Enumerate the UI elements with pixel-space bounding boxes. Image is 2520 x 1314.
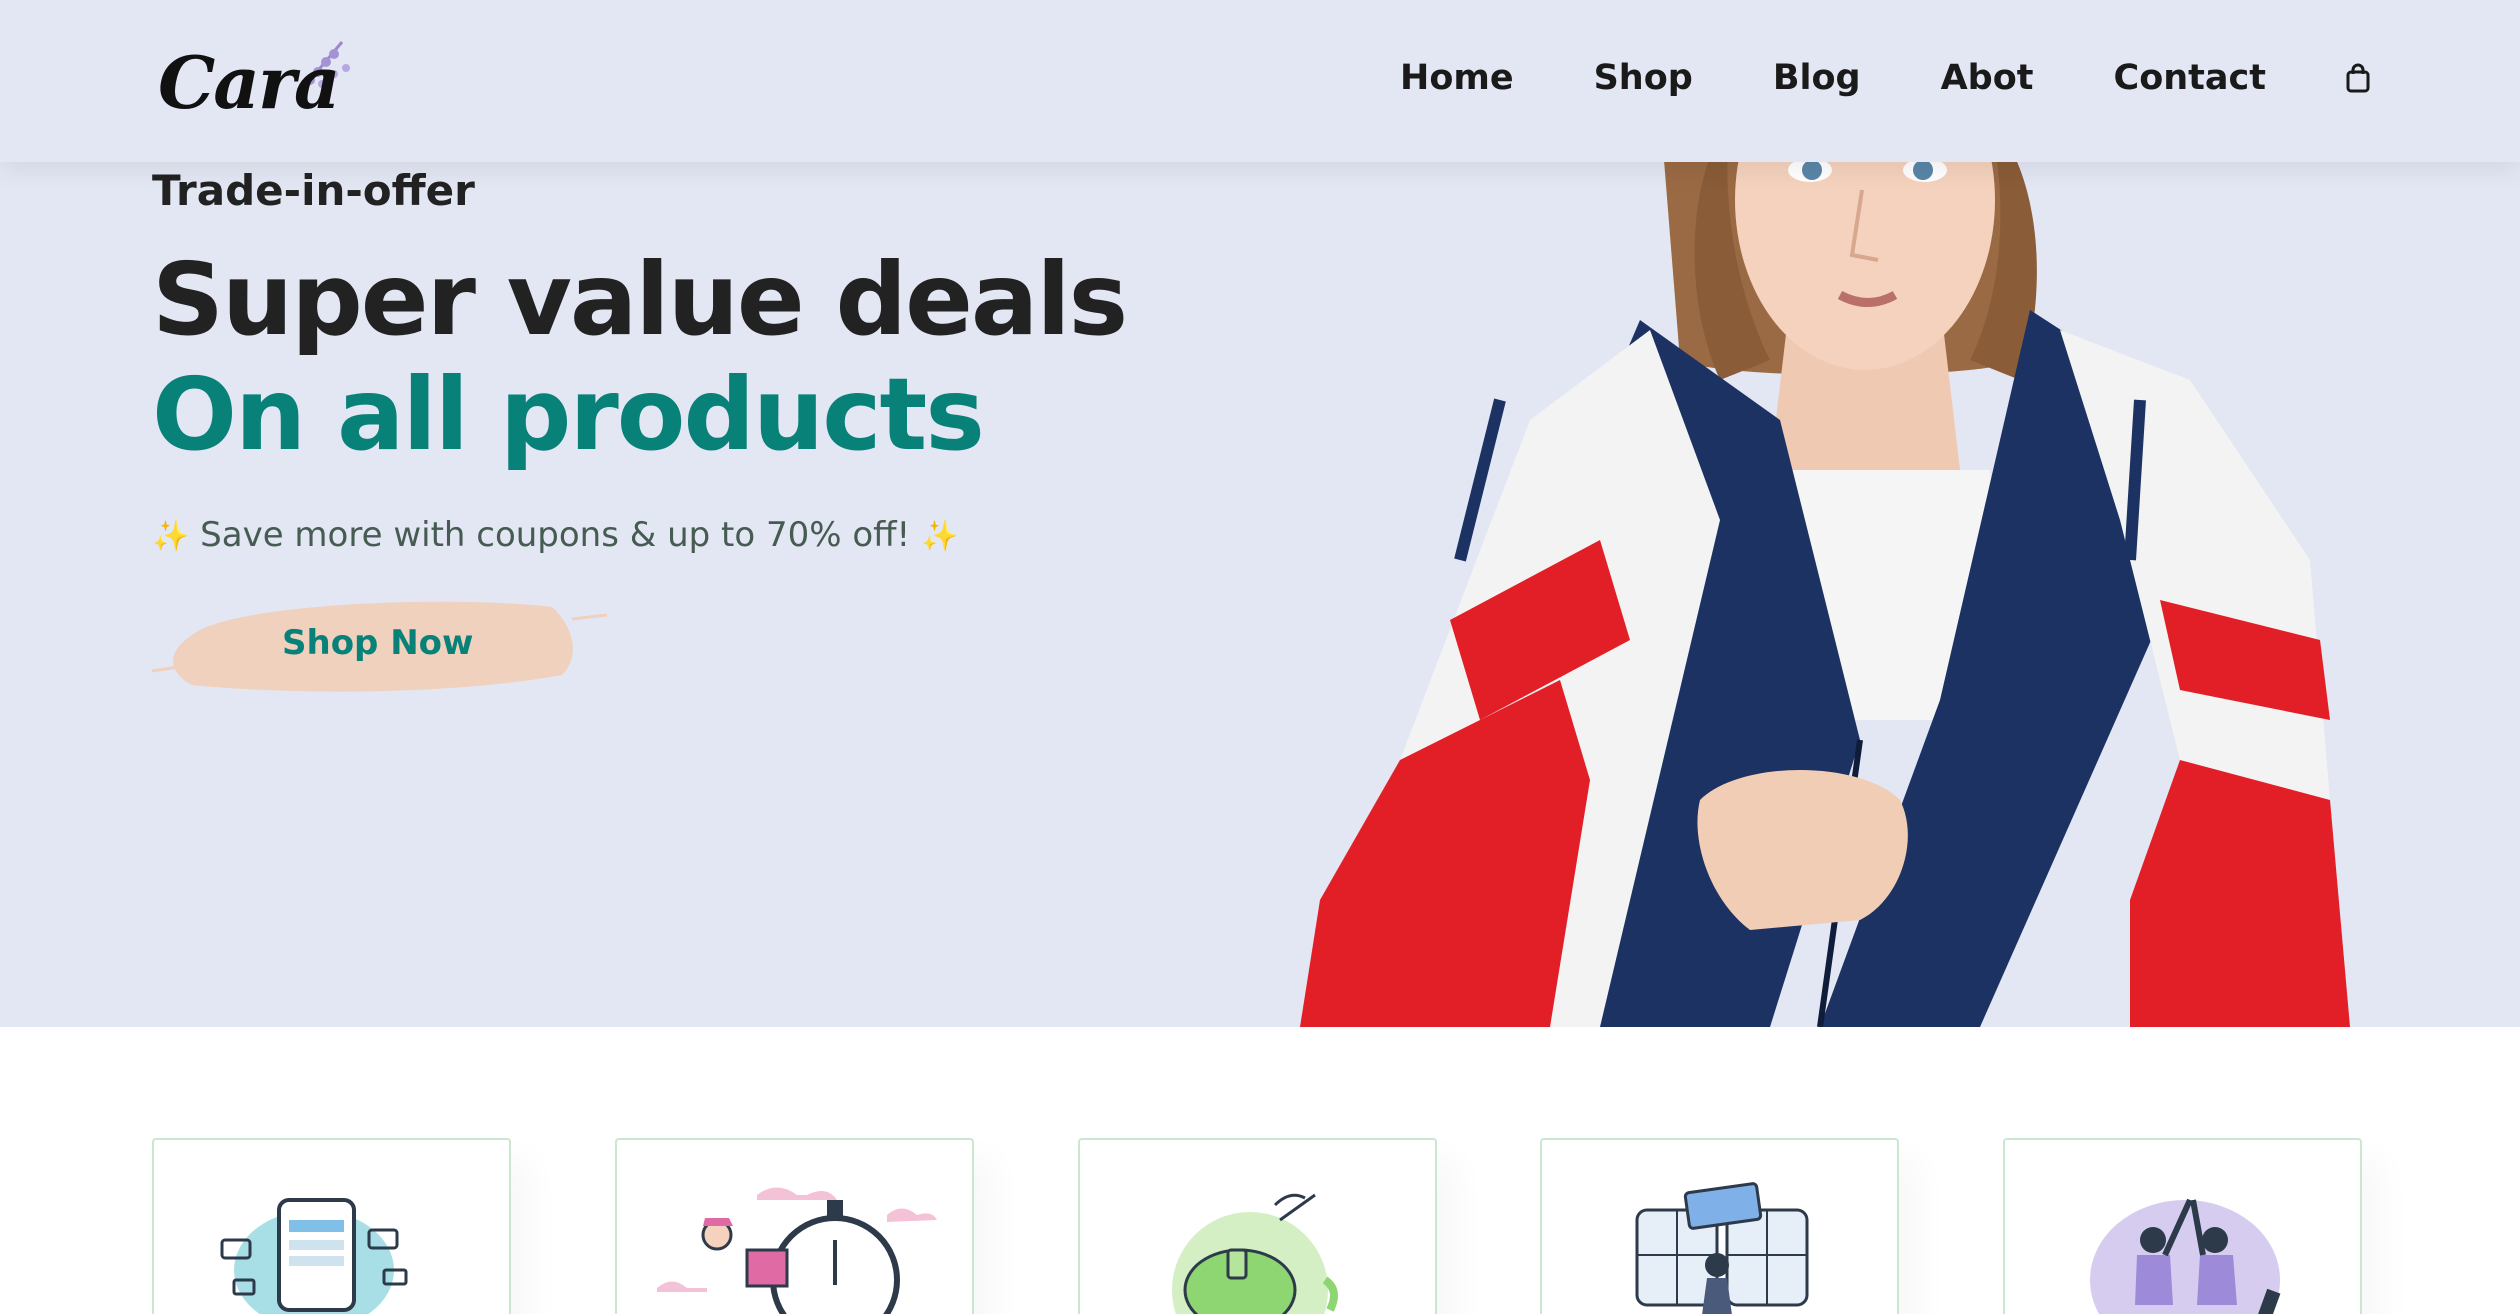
- hero-subtext: ✨ Save more with coupons & up to 70% off…: [152, 515, 1152, 555]
- feature-card[interactable]: [614, 1138, 974, 1314]
- sparkle-icon: ✨: [921, 519, 959, 554]
- fast-delivery-illustration: [656, 1187, 937, 1314]
- online-payment-illustration: [220, 1198, 408, 1314]
- feature-card[interactable]: [152, 1138, 511, 1314]
- nav-about[interactable]: Abot: [1941, 58, 2034, 98]
- feature-card[interactable]: [2003, 1138, 2362, 1314]
- features-row: [152, 1138, 2362, 1314]
- hero-text-block: Trade-in-offer Super value deals On all …: [152, 160, 1152, 692]
- save-money-illustration: [1171, 1193, 1338, 1314]
- shopping-bag-icon[interactable]: [2346, 63, 2370, 93]
- main-nav: Home Shop Blog Abot Contact: [1400, 48, 2370, 108]
- nav-contact[interactable]: Contact: [2114, 58, 2266, 98]
- feature-card[interactable]: [1540, 1138, 1900, 1314]
- hero-subtext-label: Save more with coupons & up to 70% off!: [200, 515, 911, 555]
- hero-headline-line1: Super value deals: [152, 241, 1128, 358]
- happy-sell-illustration: [2090, 1198, 2281, 1314]
- nav-blog[interactable]: Blog: [1773, 58, 1861, 98]
- feature-card[interactable]: [1077, 1138, 1437, 1314]
- nav-shop[interactable]: Shop: [1594, 58, 1693, 98]
- shop-now-button[interactable]: Shop Now: [152, 595, 612, 695]
- promotions-illustration: [1635, 1182, 1809, 1314]
- logo-text: Cara: [158, 40, 341, 125]
- top-navbar: Cara Home Shop Blog Abot Contact: [0, 0, 2520, 162]
- shop-now-label: Shop Now: [282, 623, 474, 663]
- nav-home[interactable]: Home: [1400, 58, 1514, 98]
- brand-logo[interactable]: Cara: [150, 28, 360, 128]
- hero-headline-line2: On all products: [152, 356, 985, 473]
- sparkle-icon: ✨: [152, 519, 190, 554]
- page: Trade-in-offer Super value deals On all …: [0, 0, 2520, 1314]
- hero-eyebrow: Trade-in-offer: [152, 166, 475, 215]
